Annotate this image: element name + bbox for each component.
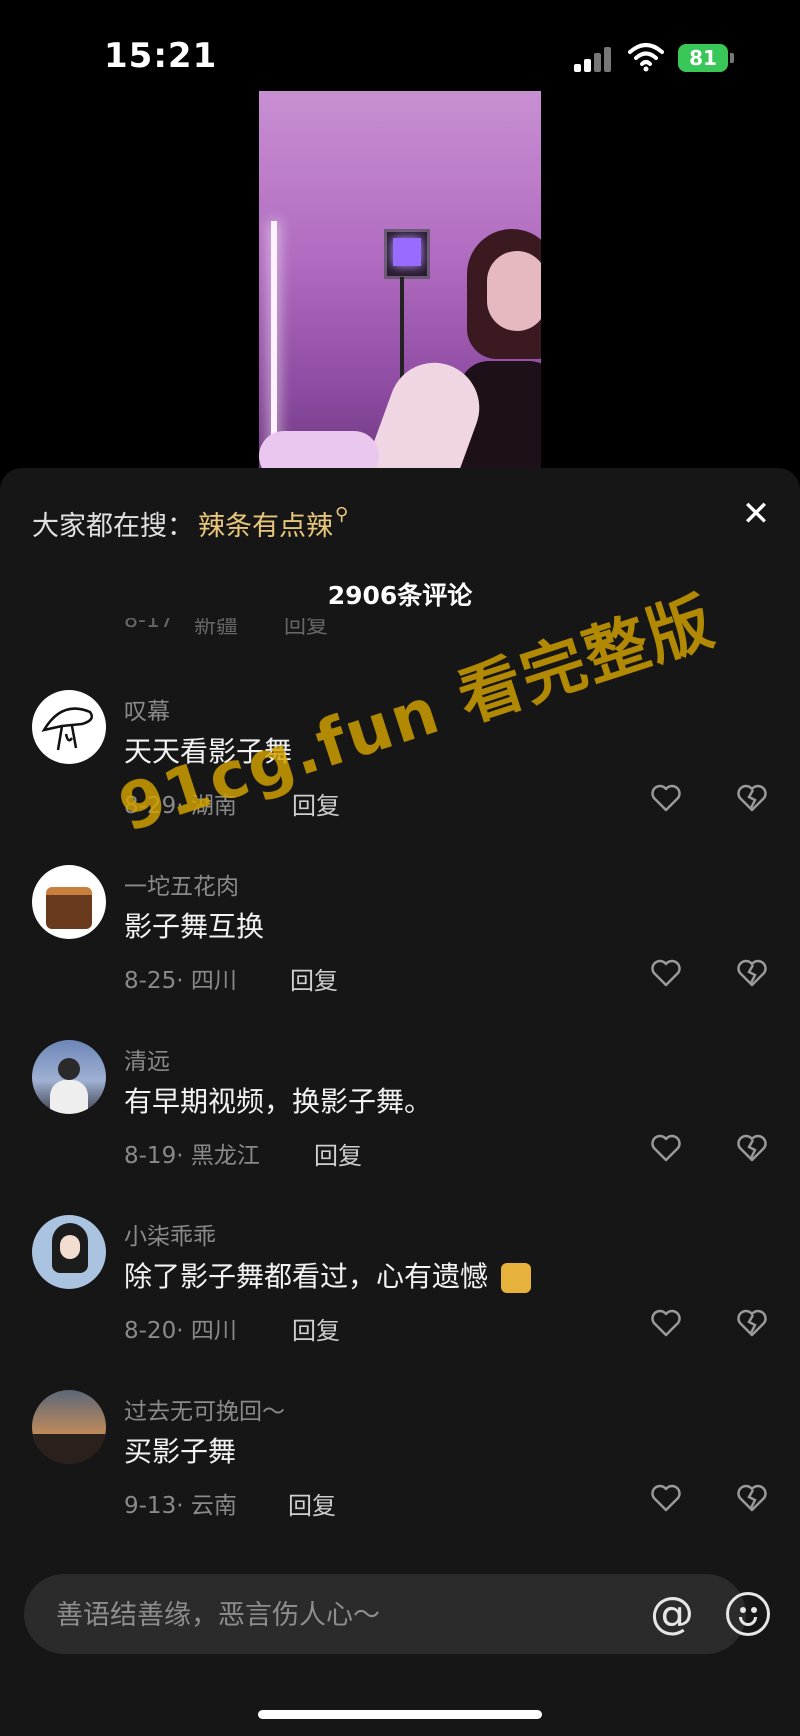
avatar-person-icon (58, 1058, 80, 1080)
comment-text: 有早期视频，换影子舞。 (124, 1085, 433, 1118)
avatar-pork-icon (46, 887, 92, 929)
avatar-sketch-icon (41, 707, 93, 751)
comment-location: 黑龙江 (190, 1143, 260, 1169)
comment-username[interactable]: 小柒乖乖 (124, 1217, 216, 1251)
fluffy-pillow (259, 431, 379, 470)
comment-username[interactable]: 清远 (124, 1042, 170, 1076)
reply-button[interactable]: 回复 (314, 1136, 362, 1171)
cat-emoji-icon (500, 1263, 531, 1293)
broken-heart-icon[interactable] (736, 1132, 768, 1164)
comment-meta: 8-20· 四川 (124, 1318, 237, 1344)
comment-item: 一坨五花肉 影子舞互换 8-25· 四川 回复 (0, 865, 800, 1015)
comment-username[interactable]: 叹幕 (124, 692, 170, 726)
avatar[interactable] (32, 1040, 106, 1114)
comment-text-body: 除了影子舞都看过，心有遗憾 (124, 1260, 489, 1293)
reply-button[interactable]: 回复 (290, 961, 338, 996)
reply-button[interactable]: 回复 (292, 1311, 340, 1346)
broken-heart-icon[interactable] (736, 782, 768, 814)
heart-icon[interactable] (650, 1132, 682, 1164)
avatar[interactable] (32, 1390, 106, 1464)
heart-icon[interactable] (650, 957, 682, 989)
broken-heart-icon[interactable] (736, 1307, 768, 1339)
clipped-location: 新疆 (194, 618, 239, 639)
comment-meta: 9-13· 云南 (124, 1493, 237, 1519)
heart-icon[interactable] (650, 782, 682, 814)
clipped-reply[interactable]: 回复 (284, 618, 328, 640)
lamp (384, 229, 430, 279)
comment-date: 8-19 (124, 1143, 177, 1169)
broken-heart-icon[interactable] (736, 1482, 768, 1514)
heart-icon[interactable] (650, 1307, 682, 1339)
avatar[interactable] (32, 1215, 106, 1289)
comment-composer: @ (24, 1574, 770, 1656)
broken-heart-icon[interactable] (736, 957, 768, 989)
avatar[interactable] (32, 865, 106, 939)
comment-username[interactable]: 过去无可挽回～ (124, 1392, 285, 1426)
home-indicator[interactable] (258, 1710, 542, 1719)
comment-location: 四川 (190, 1318, 237, 1344)
search-hint[interactable]: 大家都在搜： 辣条有点辣 ⚲ (32, 504, 348, 543)
comment-meta: 8-19· 黑龙江 (124, 1143, 260, 1169)
comment-item: 小柒乖乖 除了影子舞都看过，心有遗憾 8-20· 四川 回复 (0, 1215, 800, 1365)
comment-item: 过去无可挽回～ 买影子舞 9-13· 云南 回复 (0, 1390, 800, 1540)
comment-text: 买影子舞 (124, 1435, 237, 1468)
search-hint-keyword[interactable]: 辣条有点辣 (198, 511, 333, 542)
avatar-sunset-icon (32, 1434, 106, 1464)
comment-date: 8-25 (124, 968, 177, 994)
emoji-icon[interactable] (726, 1592, 770, 1636)
person-face (487, 251, 541, 331)
comment-date: 9-13 (124, 1493, 177, 1519)
comment-input[interactable] (54, 1574, 618, 1656)
avatar[interactable] (32, 690, 106, 764)
clipped-date: 8-17 (124, 618, 174, 633)
comment-location: 云南 (190, 1493, 237, 1519)
mention-button[interactable]: @ (646, 1588, 698, 1640)
comment-location: 四川 (190, 968, 237, 994)
comment-username[interactable]: 一坨五花肉 (124, 867, 239, 901)
close-button[interactable]: ✕ (736, 494, 776, 534)
heart-icon[interactable] (650, 1482, 682, 1514)
cellular-signal-icon (574, 46, 616, 72)
comment-text: 影子舞互换 (124, 910, 265, 943)
search-hint-prefix: 大家都在搜： (32, 511, 194, 542)
video-preview[interactable] (259, 91, 541, 470)
wifi-icon (628, 43, 664, 72)
comment-text: 除了影子舞都看过，心有遗憾 (124, 1255, 531, 1295)
status-time: 15:21 (104, 36, 218, 76)
comment-date: 8-20 (124, 1318, 177, 1344)
search-icon: ⚲ (335, 504, 349, 525)
reply-button[interactable]: 回复 (288, 1486, 336, 1521)
battery-indicator: 81 (678, 44, 734, 72)
comment-meta: 8-25· 四川 (124, 968, 237, 994)
comment-item: 清远 有早期视频，换影子舞。 8-19· 黑龙江 回复 (0, 1040, 800, 1190)
